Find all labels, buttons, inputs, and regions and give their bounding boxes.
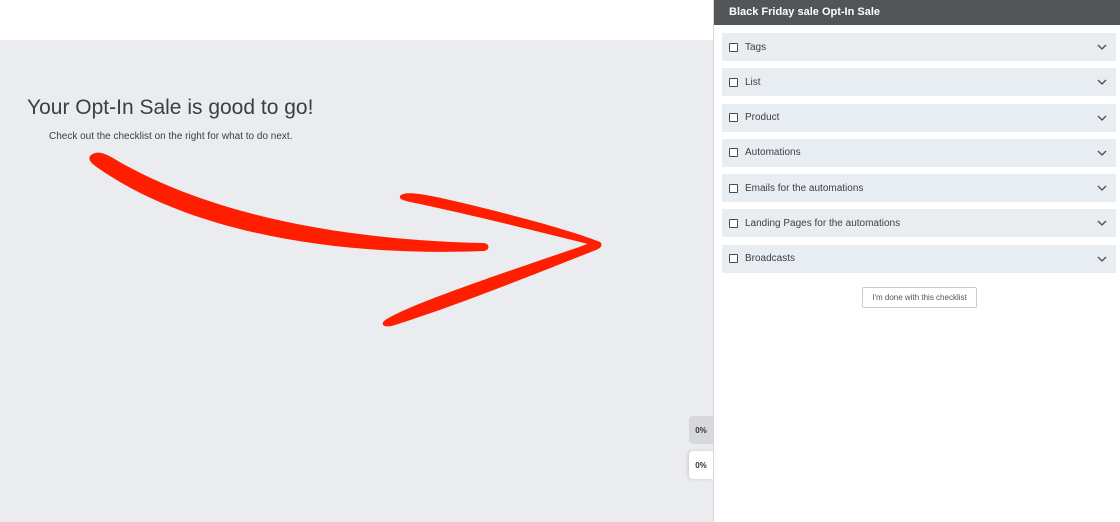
checkbox[interactable] — [729, 113, 738, 123]
progress-tab-active[interactable]: 0% — [689, 451, 713, 479]
chevron-down-icon[interactable] — [1097, 254, 1107, 264]
progress-tab[interactable]: 0% — [689, 416, 713, 444]
red-arrow-graphic — [89, 152, 602, 327]
chevron-down-icon[interactable] — [1097, 77, 1107, 87]
chevron-down-icon[interactable] — [1097, 148, 1107, 158]
checklist-item-label: Tags — [745, 41, 767, 53]
checkbox[interactable] — [729, 183, 738, 193]
checkbox[interactable] — [729, 77, 738, 87]
checklist-item-broadcasts[interactable]: Broadcasts — [722, 244, 1116, 273]
checklist-item-label: Emails for the automations — [745, 182, 864, 194]
chevron-down-icon[interactable] — [1097, 218, 1107, 228]
checklist-item-landing-pages[interactable]: Landing Pages for the automations — [722, 209, 1116, 238]
checklist-item-tags[interactable]: Tags — [722, 33, 1116, 61]
chevron-down-icon[interactable] — [1097, 42, 1107, 52]
checklist-item-label: Broadcasts — [745, 253, 796, 265]
checkbox[interactable] — [729, 148, 738, 158]
arrow-lower-barb — [382, 241, 602, 327]
arrow-upper-barb — [399, 193, 602, 247]
checkbox[interactable] — [729, 218, 738, 228]
checkbox[interactable] — [729, 254, 738, 264]
checklist-item-label: Landing Pages for the automations — [745, 217, 901, 229]
chevron-down-icon[interactable] — [1097, 113, 1107, 123]
panel-title: Black Friday sale Opt-In Sale — [714, 0, 1120, 25]
chevron-down-icon[interactable] — [1097, 183, 1107, 193]
checklist-item-label: Product — [745, 112, 780, 124]
checklist-item-label: List — [745, 76, 761, 88]
checklist-item-emails[interactable]: Emails for the automations — [722, 174, 1116, 203]
checklist-panel: Black Friday sale Opt-In Sale Tags List … — [713, 0, 1120, 522]
checklist-item-automations[interactable]: Automations — [722, 138, 1116, 167]
checklist-item-list[interactable]: List — [722, 68, 1116, 97]
checklist-item-label: Automations — [745, 147, 801, 159]
checklist: Tags List Product Automations Emails for… — [722, 33, 1116, 280]
checkbox[interactable] — [729, 42, 738, 52]
done-with-checklist-button[interactable]: I'm done with this checklist — [862, 287, 977, 308]
checklist-item-product[interactable]: Product — [722, 103, 1116, 132]
